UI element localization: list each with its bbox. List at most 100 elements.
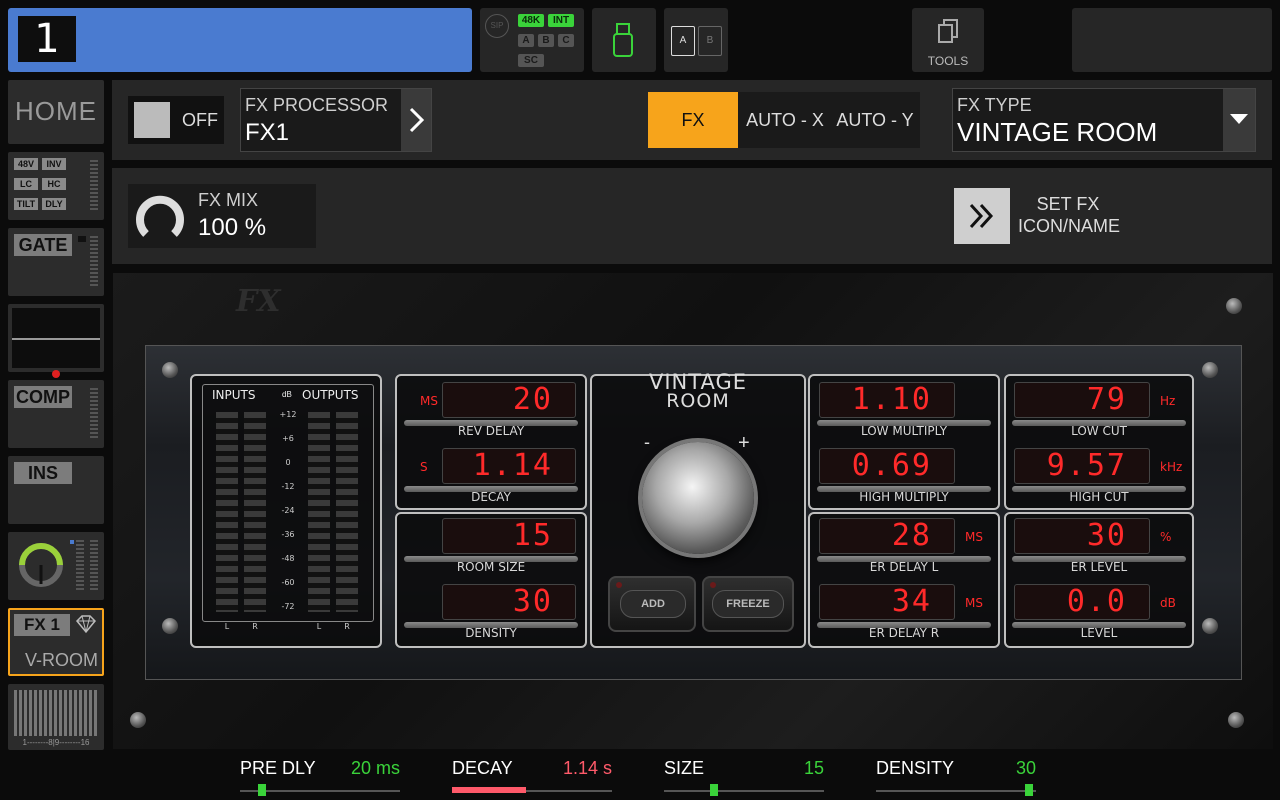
quick-param-pre-dly[interactable]: PRE DLY 20 ms	[240, 756, 400, 796]
send-meters	[14, 690, 98, 736]
freeze-button[interactable]: FREEZE	[702, 576, 794, 632]
lc-tag: LC	[14, 178, 38, 190]
gem-icon	[75, 615, 97, 634]
quick-param-handle[interactable]	[1024, 784, 1033, 796]
usb-button[interactable]	[592, 8, 656, 72]
db-tick-label: -72	[281, 602, 295, 611]
quick-param-handle[interactable]	[258, 784, 267, 796]
bus-send-strip[interactable]: 1--------8|9--------16	[8, 684, 104, 750]
quick-param-label: PRE DLY	[240, 758, 316, 778]
comp-strip[interactable]: COMP	[8, 380, 104, 448]
param-high-cut[interactable]: 9.57 kHz HIGH CUT	[1010, 448, 1188, 506]
param-value-display: 0.0	[1014, 584, 1150, 620]
home-button[interactable]: HOME	[8, 80, 104, 144]
fx1-name: V-ROOM	[24, 650, 98, 670]
quick-param-label: DENSITY	[876, 758, 955, 778]
param-name: HIGH MULTIPLY	[859, 490, 949, 504]
insert-strip[interactable]: INS	[8, 456, 104, 524]
tab-auto-y[interactable]: AUTO - Y	[832, 92, 918, 148]
mode-tabs: FX AUTO - X AUTO - Y	[648, 92, 920, 148]
eq-strip[interactable]	[8, 304, 104, 378]
input-meter	[90, 160, 98, 212]
48v-tag: 48V	[14, 158, 38, 170]
set-fx-label-2: ICON/NAME	[1018, 216, 1121, 236]
inputs-label: INPUTS	[212, 388, 256, 402]
channel-number: 1	[18, 16, 76, 62]
dyn-meter-2	[90, 540, 98, 592]
main-knob[interactable]	[642, 442, 754, 554]
double-chevron-icon	[969, 203, 994, 229]
gain-ring-icon	[19, 543, 63, 587]
sc-badge: SC	[518, 54, 544, 67]
param-er-delay-l[interactable]: 28 MS ER DELAY L	[815, 518, 993, 576]
dynamics-strip[interactable]	[8, 532, 104, 600]
quick-param-decay[interactable]: DECAY 1.14 s	[452, 756, 612, 796]
level-dot	[70, 540, 74, 544]
param-low-cut[interactable]: 79 Hz LOW CUT	[1010, 382, 1188, 440]
fx-on-toggle[interactable]: OFF	[128, 96, 224, 144]
chevron-right-icon	[409, 107, 425, 133]
quick-param-bar	[0, 750, 1280, 800]
dyn-meter-1	[76, 540, 84, 592]
toggle-label: OFF	[182, 110, 218, 130]
input-status-panel[interactable]: SIP 48K INT A B C SC	[480, 8, 584, 72]
fx-processor-selector[interactable]: FX PROCESSOR FX1	[240, 88, 432, 152]
channel-select[interactable]: 1	[8, 8, 472, 72]
param-rev-delay[interactable]: 20 MS REV DELAY	[402, 382, 580, 440]
param-low-multiply[interactable]: 1.10 LOW MULTIPLY	[815, 382, 993, 440]
fx-processor-value: FX1	[245, 119, 290, 146]
hc-tag: HC	[42, 178, 66, 190]
fx-mix-control[interactable]: FX MIX 100 %	[128, 184, 316, 248]
param-unit: MS	[965, 530, 983, 544]
fx-type-label: FX TYPE	[957, 95, 1032, 115]
tab-fx[interactable]: FX	[648, 92, 738, 148]
param-name: ROOM SIZE	[456, 560, 526, 574]
fx1-slot[interactable]: FX 1 V-ROOM	[8, 608, 104, 676]
output-r-meter	[336, 412, 358, 612]
input-r-meter	[244, 412, 266, 612]
tools-button[interactable]: TOOLS	[912, 8, 984, 72]
freeze-label: FREEZE	[712, 590, 784, 618]
comp-meter	[90, 388, 98, 440]
add-button[interactable]: ADD	[608, 576, 696, 632]
quick-param-handle[interactable]	[709, 784, 718, 796]
fx-processor-label: FX PROCESSOR	[245, 95, 389, 115]
preamp-strip[interactable]: 48V INV LC HC TILT DLY	[8, 152, 104, 220]
io-meter-section: INPUTS dB OUTPUTS +12 +6 0 -12 -24 -36 -48 -60 -…	[190, 374, 382, 648]
tab-auto-x[interactable]: AUTO - X	[742, 92, 828, 148]
param-value-display: 9.57	[1014, 448, 1150, 484]
param-er-delay-r[interactable]: 34 MS ER DELAY R	[815, 584, 993, 642]
db-tick-label: +12	[279, 410, 297, 419]
quick-param-fill	[452, 787, 526, 793]
gate-strip[interactable]: GATE	[8, 228, 104, 296]
knob-minus: -	[644, 432, 650, 452]
quick-param-label: DECAY	[452, 758, 513, 778]
param-er-level[interactable]: 30% ER LEVEL	[1010, 518, 1188, 576]
db-tick-label: 0	[285, 458, 291, 467]
param-name: LOW MULTIPLY	[860, 424, 948, 438]
param-level[interactable]: 0.0 dB LEVEL	[1010, 584, 1188, 642]
quick-param-density[interactable]: DENSITY 30	[876, 756, 1036, 796]
inv-tag: INV	[42, 158, 66, 170]
param-decay[interactable]: 1.14 S DECAY	[402, 448, 580, 506]
fx-type-dropdown[interactable]: FX TYPE VINTAGE ROOM	[952, 88, 1256, 152]
mix-knob-icon	[136, 195, 184, 237]
param-unit: kHz	[1160, 460, 1183, 474]
next-processor-button[interactable]	[401, 89, 431, 151]
param-name: REV DELAY	[457, 424, 525, 438]
quick-param-size[interactable]: SIZE 15	[664, 756, 824, 796]
scene-b-icon: B	[698, 26, 722, 56]
param-room-size[interactable]: 15 ROOM SIZE	[402, 518, 580, 576]
quick-param-value: 1.14 s	[562, 758, 612, 778]
scene-ab-button[interactable]: A B	[664, 8, 728, 72]
param-high-multiply[interactable]: 0.69 HIGH MULTIPLY	[815, 448, 993, 506]
input-l-meter	[216, 412, 238, 612]
dropdown-button[interactable]	[1223, 89, 1255, 151]
tilt-tag: TILT	[14, 198, 38, 210]
set-fx-icon-button[interactable]	[954, 188, 1010, 244]
usb-icon	[613, 23, 633, 57]
quick-param-value: 20 ms	[350, 758, 400, 778]
db-tick-label: -60	[281, 578, 295, 587]
comp-tag: COMP	[14, 386, 72, 408]
param-density[interactable]: 30 DENSITY	[402, 584, 580, 642]
